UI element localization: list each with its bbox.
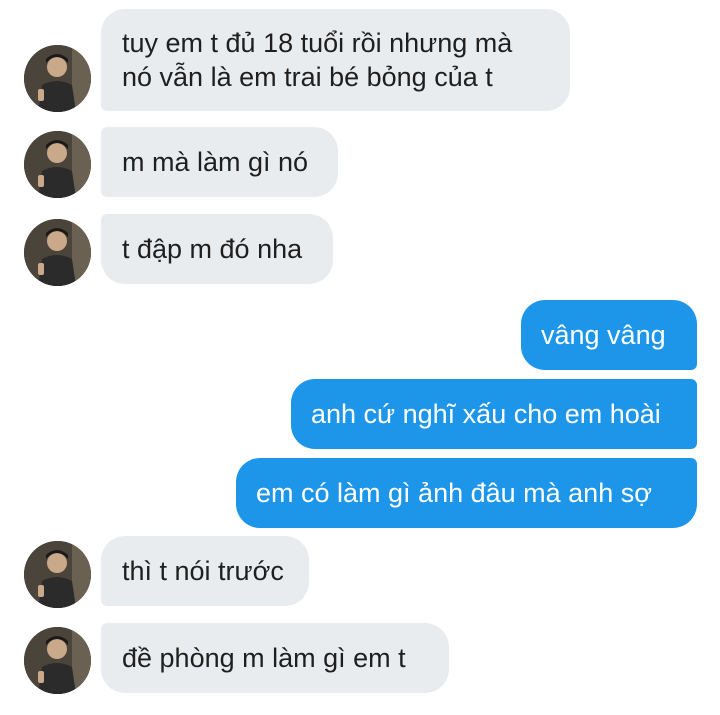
sender-avatar[interactable]: [24, 131, 91, 198]
message-text: t đập m đó nha: [122, 234, 303, 264]
avatar-photo-icon: [24, 627, 91, 694]
message-text: thì t nói trước: [122, 556, 284, 586]
message-text: m mà làm gì nó: [122, 147, 309, 177]
chat-thread: tuy em t đủ 18 tuổi rồi nhưng mà nó vẫn …: [0, 0, 720, 715]
message-text: em có làm gì ảnh đâu mà anh sợ: [256, 478, 652, 508]
message-text: tuy em t đủ 18 tuổi rồi nhưng mà: [122, 28, 513, 58]
avatar-photo-icon: [24, 219, 91, 286]
message-text: vâng vâng: [541, 320, 666, 350]
message-text: đề phòng m làm gì em t: [122, 643, 406, 673]
avatar-photo-icon: [24, 45, 91, 112]
message-text: anh cứ nghĩ xấu cho em hoài: [311, 399, 661, 429]
sender-avatar[interactable]: [24, 627, 91, 694]
sender-avatar[interactable]: [24, 219, 91, 286]
message-text: nó vẫn là em trai bé bỏng của t: [122, 62, 493, 92]
avatar-photo-icon: [24, 541, 91, 608]
message-bubble-incoming[interactable]: t đập m đó nha: [101, 214, 333, 284]
sender-avatar[interactable]: [24, 541, 91, 608]
message-bubble-incoming[interactable]: thì t nói trước: [101, 536, 309, 606]
message-bubble-outgoing[interactable]: vâng vâng: [521, 300, 697, 370]
message-bubble-incoming[interactable]: tuy em t đủ 18 tuổi rồi nhưng mà nó vẫn …: [101, 9, 570, 111]
message-bubble-incoming[interactable]: đề phòng m làm gì em t: [101, 623, 449, 693]
message-bubble-incoming[interactable]: m mà làm gì nó: [101, 127, 338, 197]
avatar-photo-icon: [24, 131, 91, 198]
sender-avatar[interactable]: [24, 45, 91, 112]
message-bubble-outgoing[interactable]: em có làm gì ảnh đâu mà anh sợ: [236, 458, 697, 528]
message-bubble-outgoing[interactable]: anh cứ nghĩ xấu cho em hoài: [291, 379, 697, 449]
